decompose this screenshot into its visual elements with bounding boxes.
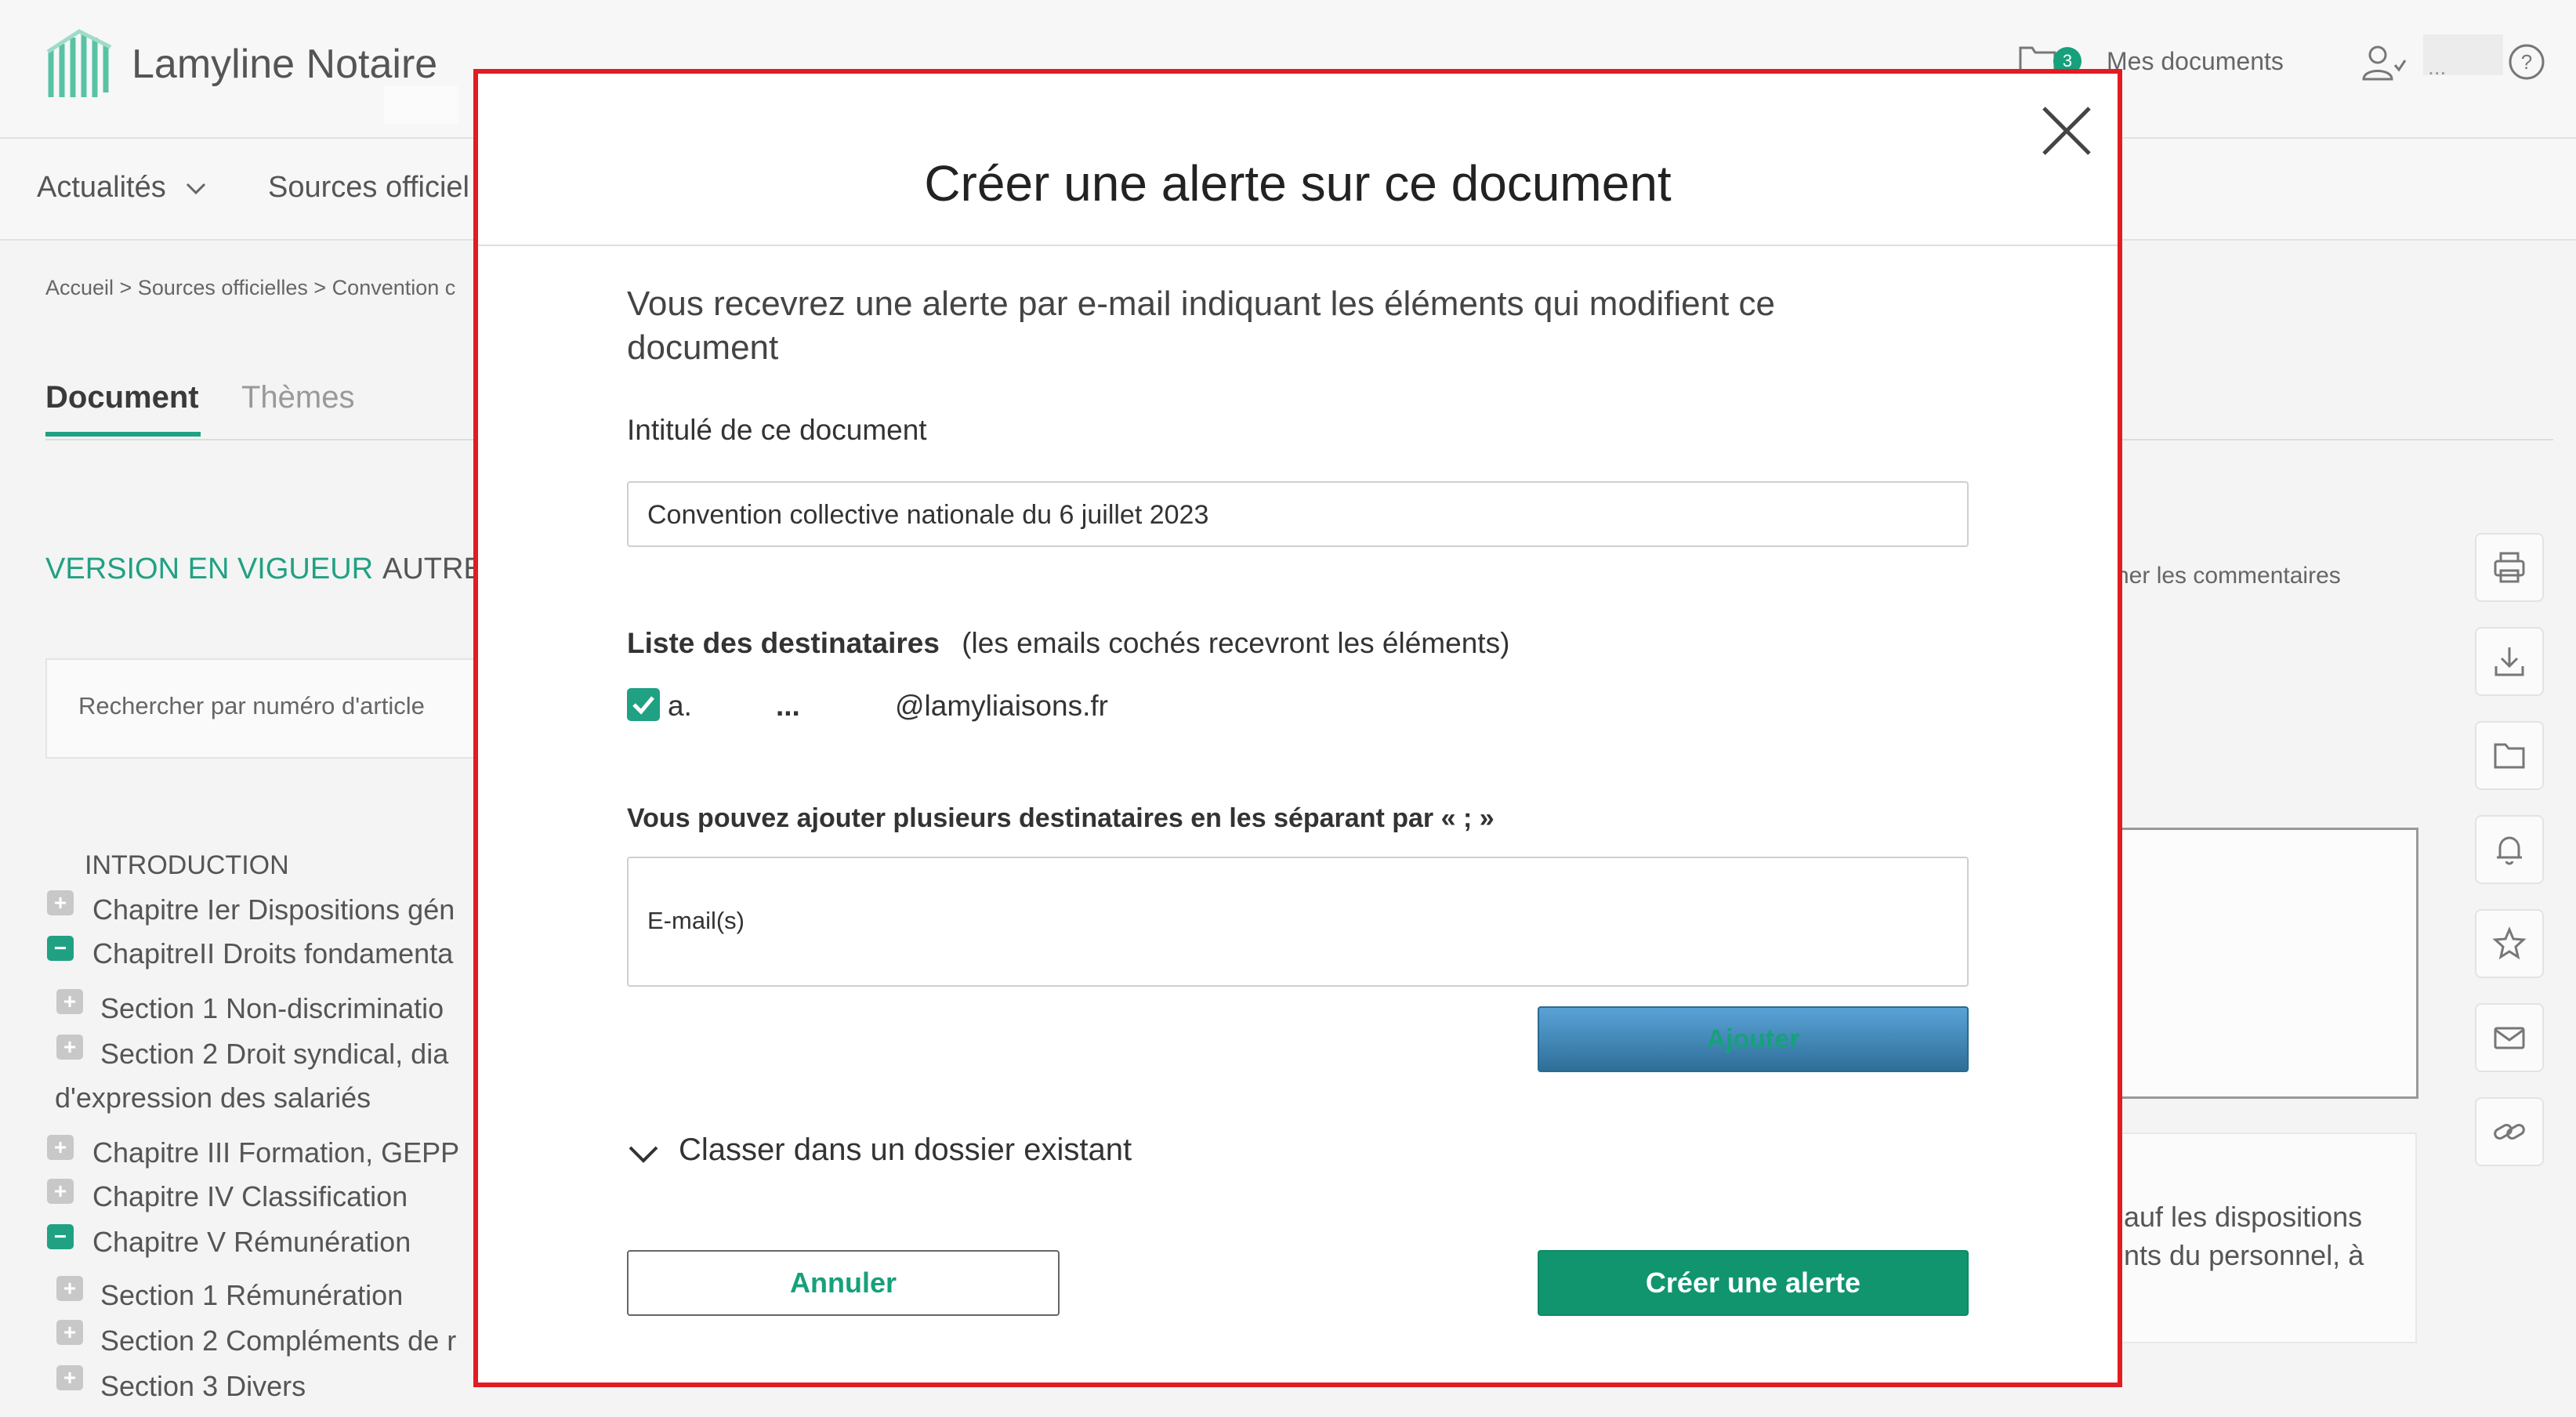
chevron-down-icon (187, 183, 206, 195)
dialog-title: Créer une alerte sur ce document (924, 155, 1672, 212)
chevron-down-icon[interactable] (627, 1143, 660, 1166)
email-placeholder: E-mail(s) (647, 907, 745, 934)
recipients-title: Liste des destinataires (627, 627, 940, 659)
tab-active-indicator (45, 432, 201, 437)
toc-introduction[interactable]: INTRODUCTION (85, 850, 289, 881)
link-icon (2494, 1124, 2525, 1140)
toc-item[interactable]: Section 1 Rémunération (100, 1279, 403, 1312)
document-title-value: Convention collective nationale du 6 jui… (647, 500, 1209, 530)
folder-select-toggle[interactable]: Classer dans un dossier existant (679, 1133, 1132, 1168)
toc-item-continuation[interactable]: d'expression des salariés (55, 1082, 371, 1114)
print-icon (2494, 552, 2525, 583)
user-icon[interactable] (2360, 43, 2408, 82)
logo-placeholder (384, 86, 458, 124)
toc-item[interactable]: Section 1 Non-discriminatio (100, 992, 444, 1025)
download-icon (2494, 647, 2524, 676)
close-icon[interactable] (2038, 102, 2096, 160)
alert-button[interactable] (2475, 815, 2544, 884)
nav-item-news[interactable]: Actualités (37, 171, 207, 205)
user-name[interactable]: ... (2428, 55, 2446, 80)
toc-item[interactable]: Section 2 Compléments de r (100, 1325, 456, 1357)
breadcrumb[interactable]: Accueil > Sources officielles > Conventi… (45, 276, 455, 300)
dialog-divider (478, 245, 2118, 246)
collapse-icon[interactable]: − (47, 936, 74, 961)
help-icon[interactable]: ? (2508, 43, 2545, 81)
create-alert-button[interactable]: Créer une alerte (1538, 1250, 1969, 1316)
bell-icon (2497, 836, 2522, 865)
recipient-email-domain: @lamyliaisons.fr (895, 690, 1108, 722)
favorite-button[interactable] (2475, 909, 2544, 978)
toc-item[interactable]: Chapitre V Rémunération (92, 1226, 411, 1259)
toc-item[interactable]: Chapitre IV Classification (92, 1180, 408, 1213)
expand-icon[interactable]: + (56, 1276, 83, 1301)
check-icon (632, 696, 654, 715)
link-button[interactable] (2475, 1097, 2544, 1166)
show-comments-link[interactable]: her les commentaires (2116, 563, 2341, 589)
content-text-line: nts du personnel, à (2124, 1239, 2364, 1271)
version-other-link[interactable]: AUTRE (382, 553, 484, 586)
expand-icon[interactable]: + (56, 1320, 83, 1345)
expand-icon[interactable]: + (56, 1365, 83, 1390)
add-email-button[interactable]: Ajouter (1538, 1006, 1969, 1072)
recipient-email-prefix: a. (668, 690, 692, 722)
toc-item[interactable]: Chapitre Ier Dispositions gén (92, 893, 455, 926)
toc-item[interactable]: Section 2 Droit syndical, dia (100, 1038, 448, 1071)
recipients-label: Liste des destinataires (les emails coch… (627, 627, 1509, 660)
expand-icon[interactable]: + (47, 890, 74, 915)
folder-button[interactable] (2475, 721, 2544, 790)
version-current-link[interactable]: VERSION EN VIGUEUR (45, 553, 373, 586)
email-button[interactable] (2475, 1003, 2544, 1072)
dialog-intro: Vous recevrez une alerte par e-mail indi… (627, 284, 1776, 367)
content-box (2085, 1133, 2417, 1343)
email-input[interactable]: E-mail(s) (627, 857, 1969, 987)
logo-icon[interactable] (43, 27, 115, 105)
content-text-line: auf les dispositions (2124, 1201, 2363, 1233)
cancel-button[interactable]: Annuler (627, 1250, 1060, 1316)
document-title-label: Intitulé de ce document (627, 414, 927, 446)
print-button[interactable] (2475, 533, 2544, 602)
folder-icon (2494, 743, 2525, 769)
toc-item[interactable]: Chapitre III Formation, GEPP (92, 1136, 459, 1169)
mail-icon (2494, 1027, 2525, 1049)
download-button[interactable] (2475, 627, 2544, 696)
expand-icon[interactable]: + (56, 989, 83, 1014)
tab-themes[interactable]: Thèmes (241, 380, 355, 415)
toc-item[interactable]: Section 3 Divers (100, 1370, 306, 1403)
nav-item-label: Actualités (37, 171, 166, 204)
recipient-checkbox[interactable] (627, 688, 660, 721)
expand-icon[interactable]: + (47, 1179, 74, 1204)
content-panel (2085, 828, 2418, 1099)
create-alert-dialog (473, 69, 2122, 1387)
star-icon (2492, 926, 2527, 960)
article-search-placeholder: Rechercher par numéro d'article (78, 692, 425, 719)
expand-icon[interactable]: + (47, 1135, 74, 1160)
add-recipients-hint: Vous pouvez ajouter plusieurs destinatai… (627, 803, 1495, 833)
document-title-input[interactable]: Convention collective nationale du 6 jui… (627, 481, 1969, 547)
tab-document[interactable]: Document (45, 380, 199, 415)
recipient-email-hidden: ... (776, 690, 800, 722)
svg-text:?: ? (2521, 50, 2532, 74)
toc-item[interactable]: ChapitreII Droits fondamenta (92, 937, 453, 970)
expand-icon[interactable]: + (56, 1035, 83, 1060)
recipients-note: (les emails cochés recevront les élément… (962, 627, 1510, 659)
app-name[interactable]: Lamyline Notaire (132, 41, 437, 88)
my-documents-link[interactable]: Mes documents (2107, 47, 2284, 76)
collapse-icon[interactable]: − (47, 1224, 74, 1249)
nav-item-official-sources[interactable]: Sources officiel (268, 171, 469, 205)
